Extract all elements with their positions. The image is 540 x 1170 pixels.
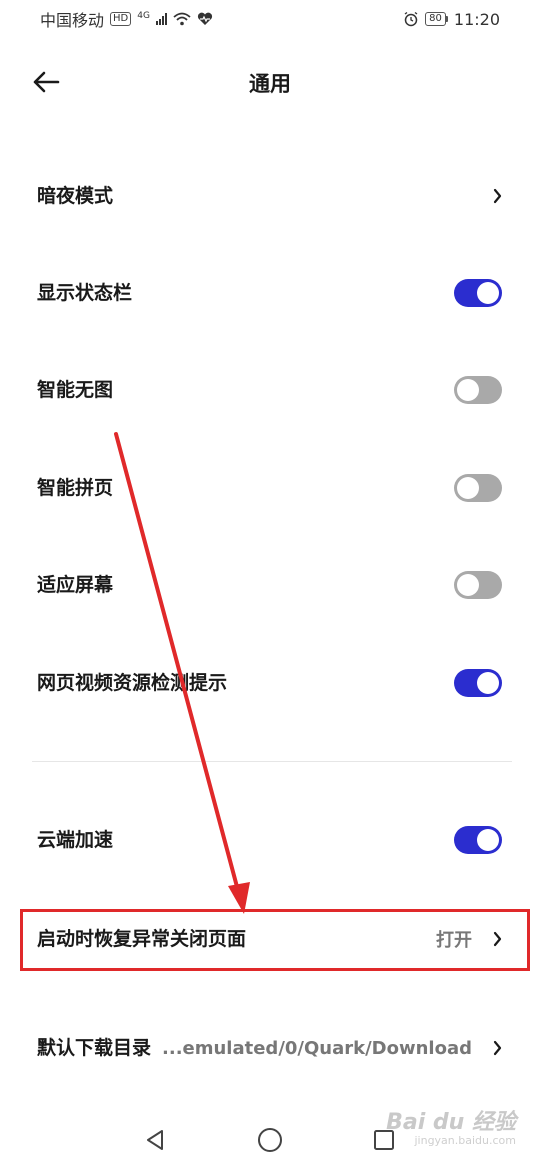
- setting-value: ...emulated/0/Quark/Download: [162, 1037, 472, 1059]
- heart-health-icon: [197, 12, 213, 25]
- carrier-name: 中国移动: [40, 11, 105, 30]
- chevron-right-icon: [490, 931, 502, 947]
- status-bar: 中国移动 HD 4G 80 11:20: [0, 0, 540, 38]
- setting-restore-pages[interactable]: 启动时恢复异常关闭页面 打开: [0, 909, 540, 969]
- setting-label: 云端加速: [37, 829, 114, 851]
- setting-cloud-accel: 云端加速: [0, 810, 540, 870]
- setting-smart-no-image: 智能无图: [0, 360, 540, 420]
- chevron-right-icon: [490, 188, 502, 204]
- triangle-back-icon: [147, 1130, 163, 1150]
- signal-icon: [155, 13, 167, 25]
- circle-home-icon: [258, 1128, 282, 1152]
- wifi-icon: [173, 12, 191, 26]
- battery-level: 80: [425, 12, 446, 26]
- setting-label: 网页视频资源检测提示: [37, 672, 228, 694]
- toggle-switch[interactable]: [454, 376, 502, 404]
- setting-label: 暗夜模式: [37, 185, 114, 207]
- nav-back-button[interactable]: [135, 1122, 175, 1158]
- hd-badge: HD: [110, 12, 132, 26]
- toggle-switch[interactable]: [454, 474, 502, 502]
- section-divider: [32, 761, 512, 762]
- page-title: 通用: [249, 72, 291, 96]
- battery-icon: 80: [425, 12, 448, 26]
- setting-value: 打开: [436, 930, 472, 951]
- setting-download-dir[interactable]: 默认下载目录 ...emulated/0/Quark/Download: [0, 1016, 540, 1080]
- alarm-icon: [404, 11, 418, 27]
- setting-label: 启动时恢复异常关闭页面: [37, 928, 247, 950]
- watermark: Bai du 经验 jingyan.baidu.com: [386, 1112, 516, 1148]
- setting-label: 显示状态栏: [37, 282, 133, 304]
- clock: 11:20: [453, 9, 500, 29]
- watermark-sub: jingyan.baidu.com: [414, 1134, 516, 1147]
- network-type: 4G: [137, 11, 150, 21]
- setting-show-status-bar: 显示状态栏: [0, 263, 540, 323]
- setting-video-detect: 网页视频资源检测提示: [0, 653, 540, 713]
- toggle-switch[interactable]: [454, 571, 502, 599]
- setting-label: 适应屏幕: [37, 574, 114, 596]
- setting-label: 默认下载目录: [37, 1037, 152, 1059]
- nav-home-button[interactable]: [250, 1122, 290, 1158]
- setting-fit-screen: 适应屏幕: [0, 555, 540, 615]
- toggle-switch[interactable]: [454, 279, 502, 307]
- toggle-switch[interactable]: [454, 826, 502, 854]
- toggle-switch[interactable]: [454, 669, 502, 697]
- app-header: 通用: [0, 50, 540, 114]
- setting-label: 智能拼页: [37, 477, 114, 499]
- watermark-main: Bai du 经验: [386, 1110, 516, 1135]
- status-left: 中国移动 HD 4G: [40, 7, 213, 31]
- setting-label: 智能无图: [37, 379, 114, 401]
- setting-dark-mode[interactable]: 暗夜模式: [0, 166, 540, 226]
- chevron-right-icon: [490, 1040, 502, 1056]
- setting-smart-page-join: 智能拼页: [0, 458, 540, 518]
- status-right: 80 11:20: [403, 10, 500, 29]
